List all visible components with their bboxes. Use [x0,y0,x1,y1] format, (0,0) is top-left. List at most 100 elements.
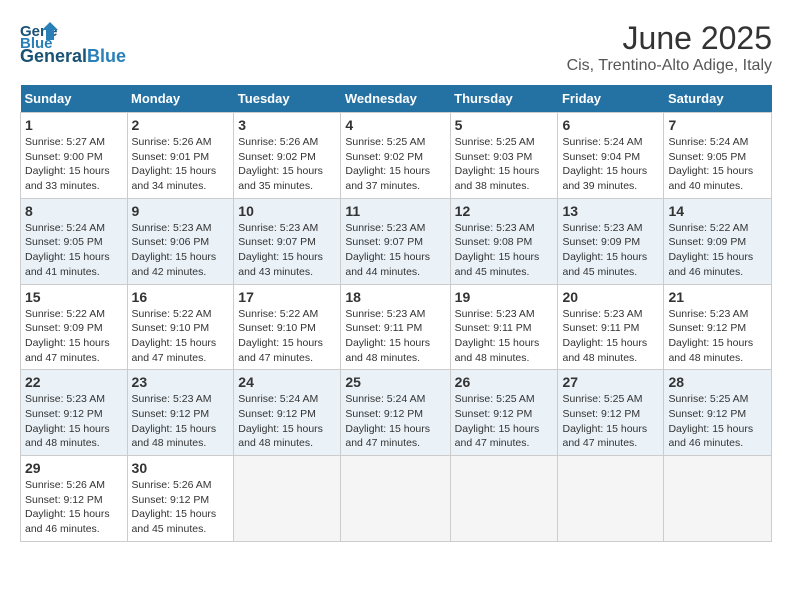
day-number: 26 [455,374,554,390]
weekday-header-monday: Monday [127,85,234,113]
day-number: 8 [25,203,123,219]
calendar-cell: 4 Sunrise: 5:25 AM Sunset: 9:02 PM Daylig… [341,113,450,199]
calendar-cell: 27 Sunrise: 5:25 AM Sunset: 9:12 PM Dayli… [558,370,664,456]
calendar-cell: 12 Sunrise: 5:23 AM Sunset: 9:08 PM Dayli… [450,198,558,284]
day-info: Sunrise: 5:22 AM Sunset: 9:10 PM Dayligh… [238,307,336,366]
day-number: 23 [132,374,230,390]
weekday-header-saturday: Saturday [664,85,772,113]
day-info: Sunrise: 5:25 AM Sunset: 9:12 PM Dayligh… [562,392,659,451]
calendar-cell: 8Sunrise: 5:24 AM Sunset: 9:05 PM Daylig… [21,198,128,284]
day-info: Sunrise: 5:27 AM Sunset: 9:00 PM Dayligh… [25,135,123,194]
day-info: Sunrise: 5:24 AM Sunset: 9:12 PM Dayligh… [238,392,336,451]
day-number: 5 [455,117,554,133]
weekday-header-friday: Friday [558,85,664,113]
day-number: 7 [668,117,767,133]
calendar-cell: 28 Sunrise: 5:25 AM Sunset: 9:12 PM Dayli… [664,370,772,456]
day-number: 30 [132,460,230,476]
day-number: 16 [132,289,230,305]
day-info: Sunrise: 5:23 AM Sunset: 9:12 PM Dayligh… [25,392,123,451]
day-number: 24 [238,374,336,390]
calendar-cell: 13 Sunrise: 5:23 AM Sunset: 9:09 PM Dayli… [558,198,664,284]
logo-general: General [20,46,87,67]
calendar-cell: 15 Sunrise: 5:22 AM Sunset: 9:09 PM Dayli… [21,284,128,370]
day-info: Sunrise: 5:25 AM Sunset: 9:12 PM Dayligh… [455,392,554,451]
day-info: Sunrise: 5:24 AM Sunset: 9:04 PM Dayligh… [562,135,659,194]
calendar-cell: 1 Sunrise: 5:27 AM Sunset: 9:00 PM Daylig… [21,113,128,199]
day-info: Sunrise: 5:26 AM Sunset: 9:12 PM Dayligh… [132,478,230,537]
day-number: 27 [562,374,659,390]
day-number: 1 [25,117,123,133]
day-number: 22 [25,374,123,390]
calendar-cell: 20 Sunrise: 5:23 AM Sunset: 9:11 PM Dayli… [558,284,664,370]
day-number: 28 [668,374,767,390]
day-info: Sunrise: 5:25 AM Sunset: 9:02 PM Dayligh… [345,135,445,194]
day-info: Sunrise: 5:26 AM Sunset: 9:12 PM Dayligh… [25,478,123,537]
calendar-cell: 30 Sunrise: 5:26 AM Sunset: 9:12 PM Dayli… [127,456,234,542]
weekday-header-tuesday: Tuesday [234,85,341,113]
day-number: 11 [345,203,445,219]
day-number: 13 [562,203,659,219]
calendar-cell: 21 Sunrise: 5:23 AM Sunset: 9:12 PM Dayli… [664,284,772,370]
calendar-cell [341,456,450,542]
day-info: Sunrise: 5:23 AM Sunset: 9:11 PM Dayligh… [345,307,445,366]
calendar-cell: 5Sunrise: 5:25 AM Sunset: 9:03 PM Daylig… [450,113,558,199]
calendar-cell: 2 Sunrise: 5:26 AM Sunset: 9:01 PM Daylig… [127,113,234,199]
day-number: 19 [455,289,554,305]
day-number: 14 [668,203,767,219]
calendar-cell: 10 Sunrise: 5:23 AM Sunset: 9:07 PM Dayli… [234,198,341,284]
day-info: Sunrise: 5:25 AM Sunset: 9:12 PM Dayligh… [668,392,767,451]
day-number: 10 [238,203,336,219]
day-info: Sunrise: 5:22 AM Sunset: 9:09 PM Dayligh… [668,221,767,280]
calendar-cell: 18Sunrise: 5:23 AM Sunset: 9:11 PM Dayli… [341,284,450,370]
header: General Blue General Blue June 2025 Cis,… [20,20,772,75]
day-info: Sunrise: 5:23 AM Sunset: 9:12 PM Dayligh… [668,307,767,366]
day-info: Sunrise: 5:23 AM Sunset: 9:12 PM Dayligh… [132,392,230,451]
calendar-cell: 22 Sunrise: 5:23 AM Sunset: 9:12 PM Dayli… [21,370,128,456]
calendar-cell: 24 Sunrise: 5:24 AM Sunset: 9:12 PM Dayli… [234,370,341,456]
day-info: Sunrise: 5:26 AM Sunset: 9:02 PM Dayligh… [238,135,336,194]
day-info: Sunrise: 5:23 AM Sunset: 9:11 PM Dayligh… [562,307,659,366]
day-number: 20 [562,289,659,305]
weekday-header-wednesday: Wednesday [341,85,450,113]
day-info: Sunrise: 5:23 AM Sunset: 9:06 PM Dayligh… [132,221,230,280]
day-number: 29 [25,460,123,476]
day-number: 6 [562,117,659,133]
day-info: Sunrise: 5:24 AM Sunset: 9:05 PM Dayligh… [668,135,767,194]
calendar-cell: 7 Sunrise: 5:24 AM Sunset: 9:05 PM Daylig… [664,113,772,199]
weekday-header-sunday: Sunday [21,85,128,113]
calendar-cell [450,456,558,542]
logo: General Blue General Blue [20,20,126,67]
calendar-table: SundayMondayTuesdayWednesdayThursdayFrid… [20,85,772,542]
calendar-cell: 17 Sunrise: 5:22 AM Sunset: 9:10 PM Dayli… [234,284,341,370]
calendar-cell: 19 Sunrise: 5:23 AM Sunset: 9:11 PM Dayli… [450,284,558,370]
title-area: June 2025 Cis, Trentino-Alto Adige, Ital… [567,20,772,75]
calendar-cell [234,456,341,542]
day-info: Sunrise: 5:26 AM Sunset: 9:01 PM Dayligh… [132,135,230,194]
calendar-cell: 26 Sunrise: 5:25 AM Sunset: 9:12 PM Dayli… [450,370,558,456]
calendar-cell: 3 Sunrise: 5:26 AM Sunset: 9:02 PM Daylig… [234,113,341,199]
calendar-cell: 25Sunrise: 5:24 AM Sunset: 9:12 PM Dayli… [341,370,450,456]
day-info: Sunrise: 5:23 AM Sunset: 9:08 PM Dayligh… [455,221,554,280]
logo-blue: Blue [87,46,126,67]
day-number: 3 [238,117,336,133]
day-info: Sunrise: 5:23 AM Sunset: 9:11 PM Dayligh… [455,307,554,366]
calendar-cell: 14 Sunrise: 5:22 AM Sunset: 9:09 PM Dayli… [664,198,772,284]
day-number: 2 [132,117,230,133]
calendar-cell [558,456,664,542]
day-info: Sunrise: 5:22 AM Sunset: 9:10 PM Dayligh… [132,307,230,366]
day-number: 9 [132,203,230,219]
calendar-cell: 6 Sunrise: 5:24 AM Sunset: 9:04 PM Daylig… [558,113,664,199]
day-info: Sunrise: 5:23 AM Sunset: 9:09 PM Dayligh… [562,221,659,280]
calendar-cell: 9 Sunrise: 5:23 AM Sunset: 9:06 PM Daylig… [127,198,234,284]
day-info: Sunrise: 5:23 AM Sunset: 9:07 PM Dayligh… [238,221,336,280]
day-number: 25 [345,374,445,390]
day-number: 12 [455,203,554,219]
day-info: Sunrise: 5:22 AM Sunset: 9:09 PM Dayligh… [25,307,123,366]
weekday-header-thursday: Thursday [450,85,558,113]
day-number: 17 [238,289,336,305]
day-number: 21 [668,289,767,305]
day-number: 15 [25,289,123,305]
day-number: 4 [345,117,445,133]
calendar-cell: 11Sunrise: 5:23 AM Sunset: 9:07 PM Dayli… [341,198,450,284]
calendar-cell: 16 Sunrise: 5:22 AM Sunset: 9:10 PM Dayli… [127,284,234,370]
